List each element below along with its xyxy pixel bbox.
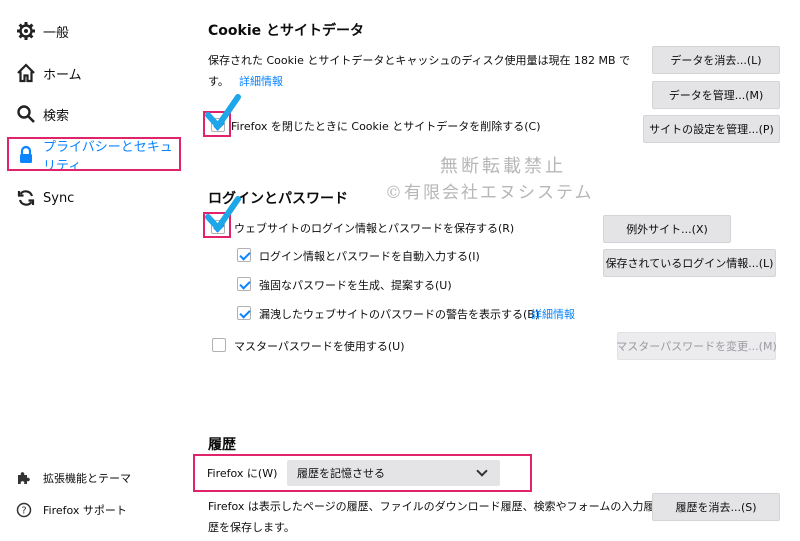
login-exceptions-button[interactable]: 例外サイト...(X)	[603, 215, 731, 243]
save-logins-label: ウェブサイトのログイン情報とパスワードを保存する(R)	[234, 222, 515, 235]
sidebar-item-label: Sync	[43, 190, 75, 206]
sync-icon	[16, 188, 36, 208]
puzzle-icon	[16, 470, 32, 486]
breach-learn-more-link[interactable]: 詳細情報	[531, 306, 575, 322]
history-mode-select[interactable]: 履歴を記憶させる	[287, 460, 500, 486]
sidebar-item-search[interactable]: 検索	[0, 97, 182, 131]
breach-alerts-label: 漏洩したウェブサイトのパスワードの警告を表示する(B)	[259, 308, 540, 321]
cookies-learn-more-link[interactable]: 詳細情報	[239, 73, 283, 89]
history-description-cont: 歴を保存します。	[208, 521, 295, 534]
history-heading: 履歴	[208, 437, 236, 453]
generate-passwords-checkbox[interactable]	[237, 277, 251, 291]
generate-passwords-label: 強固なパスワードを生成、提案する(U)	[259, 279, 452, 292]
chevron-down-icon	[476, 465, 488, 477]
saved-logins-button[interactable]: 保存されているログイン情報...(L)	[603, 249, 776, 277]
sidebar-item-general[interactable]: 一般	[0, 14, 182, 48]
sidebar-item-sync[interactable]: Sync	[0, 181, 182, 215]
cookies-description: 保存された Cookie とサイトデータとキャッシュのディスク使用量は現在 18…	[208, 54, 631, 67]
delete-on-close-label: Firefox を閉じたときに Cookie とサイトデータを削除する(C)	[231, 120, 541, 133]
annotation-highlight-box	[7, 137, 181, 171]
watermark-copyright: ©有限会社エヌシステム	[385, 183, 594, 203]
help-icon: ?	[16, 502, 32, 518]
autofill-logins-checkbox[interactable]	[237, 248, 251, 262]
history-mode-label: Firefox に(W)	[207, 467, 278, 480]
watermark-text: 無断転載禁止	[440, 156, 566, 177]
history-mode-value: 履歴を記憶させる	[297, 467, 385, 480]
sidebar-footer-label: 拡張機能とテーマ	[43, 472, 131, 485]
clear-data-button[interactable]: データを消去...(L)	[652, 46, 780, 74]
autofill-logins-label: ログイン情報とパスワードを自動入力する(I)	[259, 250, 480, 263]
manage-data-button[interactable]: データを管理...(M)	[652, 81, 780, 109]
home-icon	[16, 63, 36, 83]
cookies-heading: Cookie とサイトデータ	[208, 23, 364, 39]
master-password-checkbox[interactable]	[212, 338, 226, 352]
breach-alerts-checkbox[interactable]	[237, 306, 251, 320]
sidebar-footer-label: Firefox サポート	[43, 504, 127, 517]
sidebar-item-label: 一般	[43, 25, 70, 41]
manage-site-exceptions-button[interactable]: サイトの設定を管理...(P)	[643, 115, 780, 143]
gear-icon	[16, 21, 36, 41]
cookies-description-cont: す。	[208, 75, 229, 88]
master-password-label: マスターパスワードを使用する(U)	[234, 340, 405, 353]
change-master-password-button[interactable]: マスターパスワードを変更...(M)	[616, 332, 777, 360]
svg-text:?: ?	[21, 506, 26, 517]
clear-history-button[interactable]: 履歴を消去...(S)	[652, 493, 780, 521]
search-icon	[16, 104, 36, 124]
sidebar-item-label: ホーム	[43, 67, 82, 83]
history-description: Firefox は表示したページの履歴、ファイルのダウンロード履歴、検索やフォー…	[208, 500, 655, 513]
sidebar-item-home[interactable]: ホーム	[0, 56, 182, 90]
sidebar-item-label: 検索	[43, 108, 70, 124]
